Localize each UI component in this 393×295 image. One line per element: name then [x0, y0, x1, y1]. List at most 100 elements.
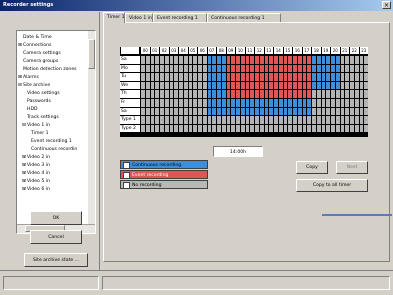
schedule-cell[interactable]: [188, 107, 193, 116]
schedule-cell[interactable]: [212, 73, 216, 81]
schedule-cell[interactable]: [259, 124, 264, 133]
schedule-cell[interactable]: [183, 81, 188, 90]
schedule-cell[interactable]: [193, 64, 197, 73]
schedule-cell[interactable]: [278, 124, 283, 133]
schedule-cell[interactable]: [179, 107, 183, 116]
legend-item[interactable]: No recording: [120, 180, 208, 189]
schedule-cell[interactable]: [359, 64, 364, 73]
schedule-cell[interactable]: [288, 107, 292, 116]
schedule-cell[interactable]: [288, 56, 292, 64]
schedule-cell[interactable]: [145, 64, 150, 73]
schedule-cell[interactable]: [183, 107, 188, 116]
schedule-cell[interactable]: [212, 81, 216, 90]
schedule-cell[interactable]: [331, 116, 335, 124]
schedule-cell[interactable]: [269, 73, 273, 81]
schedule-cell[interactable]: [293, 116, 297, 124]
schedule-cell[interactable]: [202, 73, 207, 81]
schedule-cell[interactable]: [340, 124, 345, 133]
schedule-cell[interactable]: [293, 107, 297, 116]
schedule-cell[interactable]: [160, 116, 164, 124]
schedule-cell[interactable]: [312, 124, 316, 133]
schedule-cell[interactable]: [297, 116, 302, 124]
schedule-cell[interactable]: [188, 124, 193, 133]
schedule-cell[interactable]: [250, 90, 254, 98]
schedule-cell[interactable]: [179, 99, 183, 107]
schedule-cell[interactable]: [231, 81, 235, 90]
schedule-cell[interactable]: [307, 116, 311, 124]
schedule-cell[interactable]: [283, 56, 288, 64]
schedule-cell[interactable]: [226, 64, 231, 73]
schedule-cell[interactable]: [269, 116, 273, 124]
next-button[interactable]: Next: [336, 161, 368, 174]
schedule-cell[interactable]: [297, 107, 302, 116]
schedule-cell[interactable]: [198, 116, 202, 124]
schedule-cell[interactable]: [326, 99, 330, 107]
schedule-cell[interactable]: [245, 81, 250, 90]
schedule-cell[interactable]: [288, 90, 292, 98]
tree-item[interactable]: ⊞Video 6 in: [22, 186, 50, 193]
schedule-cell[interactable]: [231, 90, 235, 98]
schedule-cell[interactable]: [321, 90, 326, 98]
schedule-cell[interactable]: [340, 56, 345, 64]
schedule-cell[interactable]: [240, 116, 245, 124]
schedule-cell[interactable]: [345, 99, 349, 107]
schedule-cell[interactable]: [340, 99, 345, 107]
schedule-cell[interactable]: [297, 90, 302, 98]
schedule-cell[interactable]: [302, 56, 307, 64]
schedule-cell[interactable]: [160, 99, 164, 107]
schedule-cell[interactable]: [340, 64, 345, 73]
schedule-cell[interactable]: [141, 116, 145, 124]
schedule-cell[interactable]: [316, 99, 321, 107]
schedule-cell[interactable]: [155, 56, 159, 64]
schedule-cell[interactable]: [141, 99, 145, 107]
schedule-cell[interactable]: [179, 56, 183, 64]
schedule-cell[interactable]: [169, 81, 174, 90]
schedule-cell[interactable]: [198, 73, 202, 81]
schedule-cell[interactable]: [331, 64, 335, 73]
schedule-cell[interactable]: [354, 124, 359, 133]
tree-item[interactable]: Camera groups: [18, 58, 58, 65]
copy-button[interactable]: Copy: [296, 161, 328, 174]
schedule-cell[interactable]: [331, 99, 335, 107]
schedule-cell[interactable]: [316, 73, 321, 81]
schedule-cell[interactable]: [207, 81, 212, 90]
schedule-cell[interactable]: [231, 73, 235, 81]
tree-item[interactable]: Video settings: [22, 90, 60, 97]
scrollbar-thumb[interactable]: [88, 39, 95, 69]
schedule-cell[interactable]: [155, 116, 159, 124]
schedule-cell[interactable]: [302, 107, 307, 116]
schedule-cell[interactable]: [278, 116, 283, 124]
schedule-cell[interactable]: [274, 56, 278, 64]
schedule-cell[interactable]: [221, 116, 226, 124]
schedule-cell[interactable]: [198, 124, 202, 133]
schedule-cell[interactable]: [198, 81, 202, 90]
schedule-cell[interactable]: [198, 99, 202, 107]
schedule-cell[interactable]: [364, 116, 368, 124]
schedule-cell[interactable]: [217, 90, 221, 98]
schedule-cell[interactable]: [335, 90, 340, 98]
schedule-cell[interactable]: [331, 124, 335, 133]
schedule-cell[interactable]: [245, 64, 250, 73]
schedule-cell[interactable]: [288, 99, 292, 107]
schedule-cell[interactable]: [354, 90, 359, 98]
schedule-cell[interactable]: [236, 90, 240, 98]
schedule-cell[interactable]: [221, 56, 226, 64]
schedule-cell[interactable]: [188, 99, 193, 107]
schedule-cell[interactable]: [293, 56, 297, 64]
schedule-cell[interactable]: [354, 99, 359, 107]
schedule-cell[interactable]: [326, 73, 330, 81]
schedule-cell[interactable]: [307, 64, 311, 73]
schedule-cell[interactable]: [212, 56, 216, 64]
schedule-cell[interactable]: [264, 99, 269, 107]
schedule-cell[interactable]: [174, 56, 178, 64]
schedule-cell[interactable]: [193, 73, 197, 81]
schedule-cell[interactable]: [217, 107, 221, 116]
schedule-cell[interactable]: [179, 116, 183, 124]
schedule-cell[interactable]: [145, 116, 150, 124]
schedule-cell[interactable]: [183, 99, 188, 107]
schedule-cell[interactable]: [240, 107, 245, 116]
schedule-cell[interactable]: [169, 73, 174, 81]
schedule-cell[interactable]: [335, 99, 340, 107]
checkbox[interactable]: ✓: [123, 172, 130, 179]
schedule-cell[interactable]: [255, 107, 259, 116]
